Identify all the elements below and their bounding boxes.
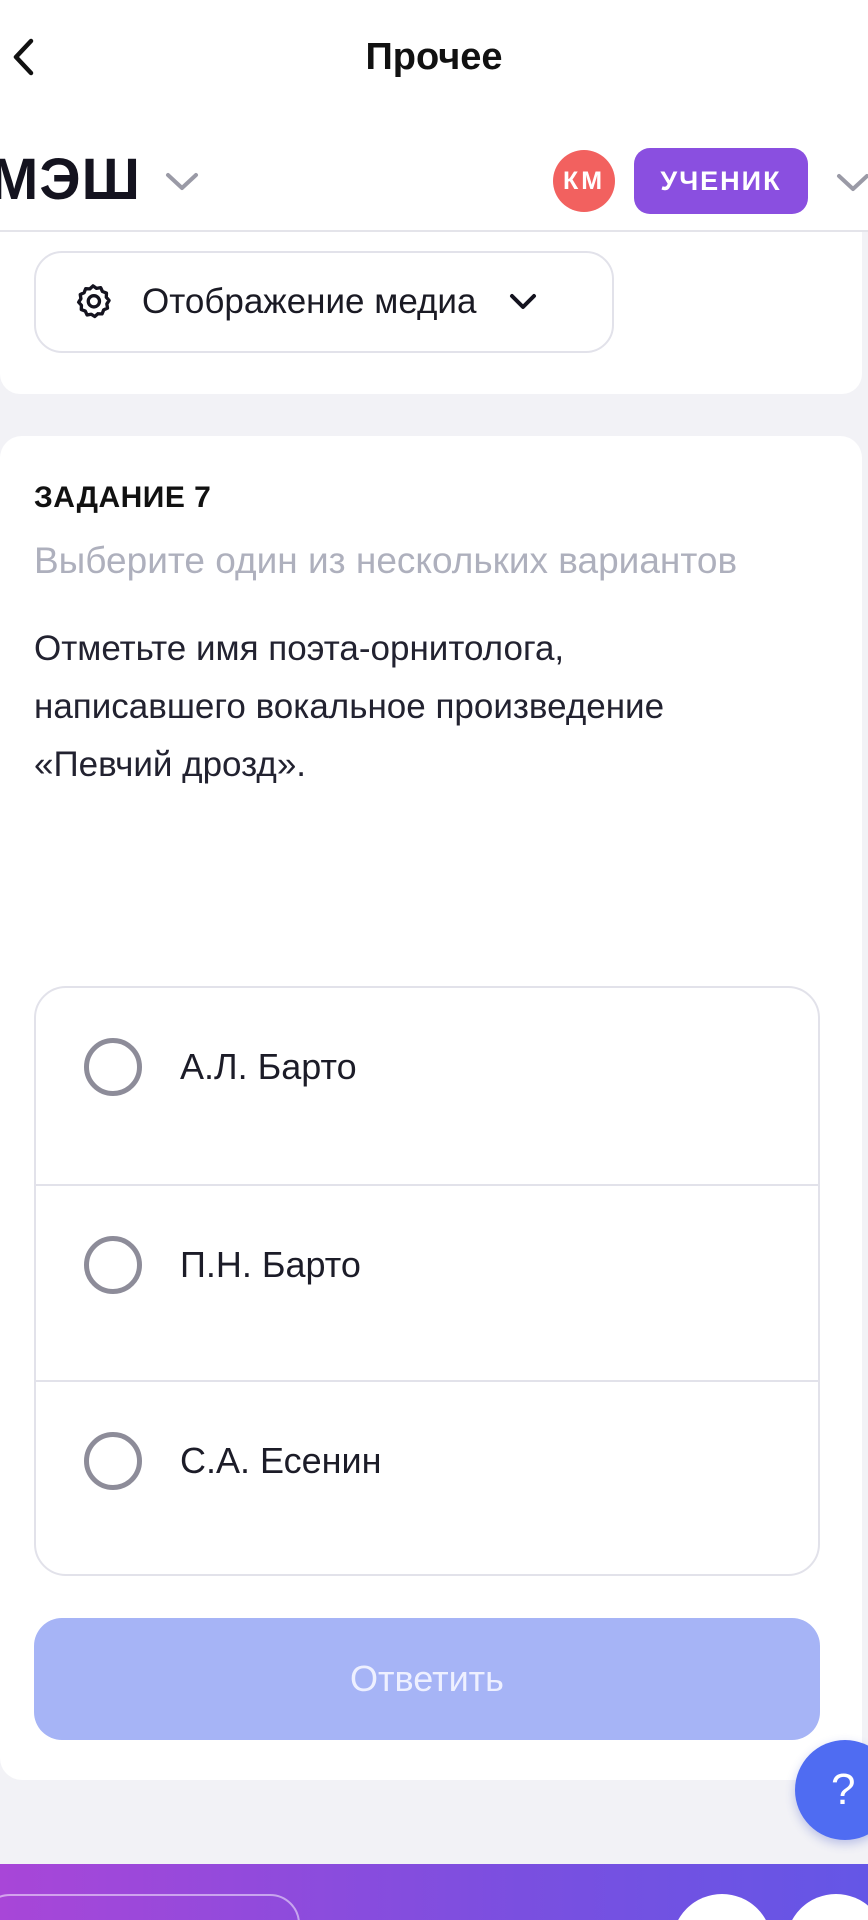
answer-option[interactable]: П.Н. Барто: [36, 1186, 818, 1382]
radio-button[interactable]: [84, 1038, 142, 1096]
media-settings-card: Отображение медиа: [0, 232, 862, 394]
navigation-bar: Прочее: [0, 0, 868, 120]
page-title: Прочее: [365, 36, 503, 78]
chevron-down-icon: [837, 174, 868, 191]
submit-button[interactable]: Ответить: [34, 1618, 820, 1740]
profile-menu-button[interactable]: [836, 166, 868, 200]
media-display-label: Отображение медиа: [142, 282, 477, 321]
bottom-pill-button[interactable]: [0, 1894, 300, 1920]
media-display-dropdown[interactable]: Отображение медиа: [34, 251, 614, 353]
radio-button[interactable]: [84, 1432, 142, 1490]
answer-option[interactable]: А.Л. Барто: [36, 988, 818, 1184]
gear-icon: [72, 281, 114, 323]
answer-options: А.Л. Барто П.Н. Барто С.А. Есенин: [34, 986, 820, 1576]
app-logo[interactable]: МЭШ: [0, 146, 141, 213]
question-line: «Певчий дрозд».: [34, 745, 307, 784]
avatar[interactable]: КМ: [553, 150, 615, 212]
question-line: написавшего вокальное произведение: [34, 687, 665, 726]
task-card: ЗАДАНИЕ 7 Выберите один из нескольких ва…: [0, 436, 862, 1780]
chevron-down-icon: [506, 285, 540, 319]
task-number: ЗАДАНИЕ 7: [34, 481, 212, 514]
task-question: Отметьте имя поэта-орнитолога, написавше…: [34, 620, 814, 794]
bottom-bar: [0, 1864, 868, 1920]
answer-option[interactable]: С.А. Есенин: [36, 1382, 818, 1574]
chevron-down-icon: [166, 173, 198, 190]
bottom-round-button[interactable]: [786, 1894, 868, 1920]
bottom-round-button[interactable]: [672, 1894, 772, 1920]
answer-option-label: А.Л. Барто: [180, 1046, 357, 1087]
app-header: МЭШ КМ УЧЕНИК: [0, 120, 868, 232]
task-hint: Выберите один из нескольких вариантов: [34, 540, 738, 581]
answer-option-label: С.А. Есенин: [180, 1440, 382, 1481]
question-line: Отметьте имя поэта-орнитолога,: [34, 629, 565, 668]
radio-button[interactable]: [84, 1236, 142, 1294]
role-badge[interactable]: УЧЕНИК: [634, 148, 808, 214]
answer-option-label: П.Н. Барто: [180, 1244, 361, 1285]
logo-menu-button[interactable]: [164, 164, 200, 200]
